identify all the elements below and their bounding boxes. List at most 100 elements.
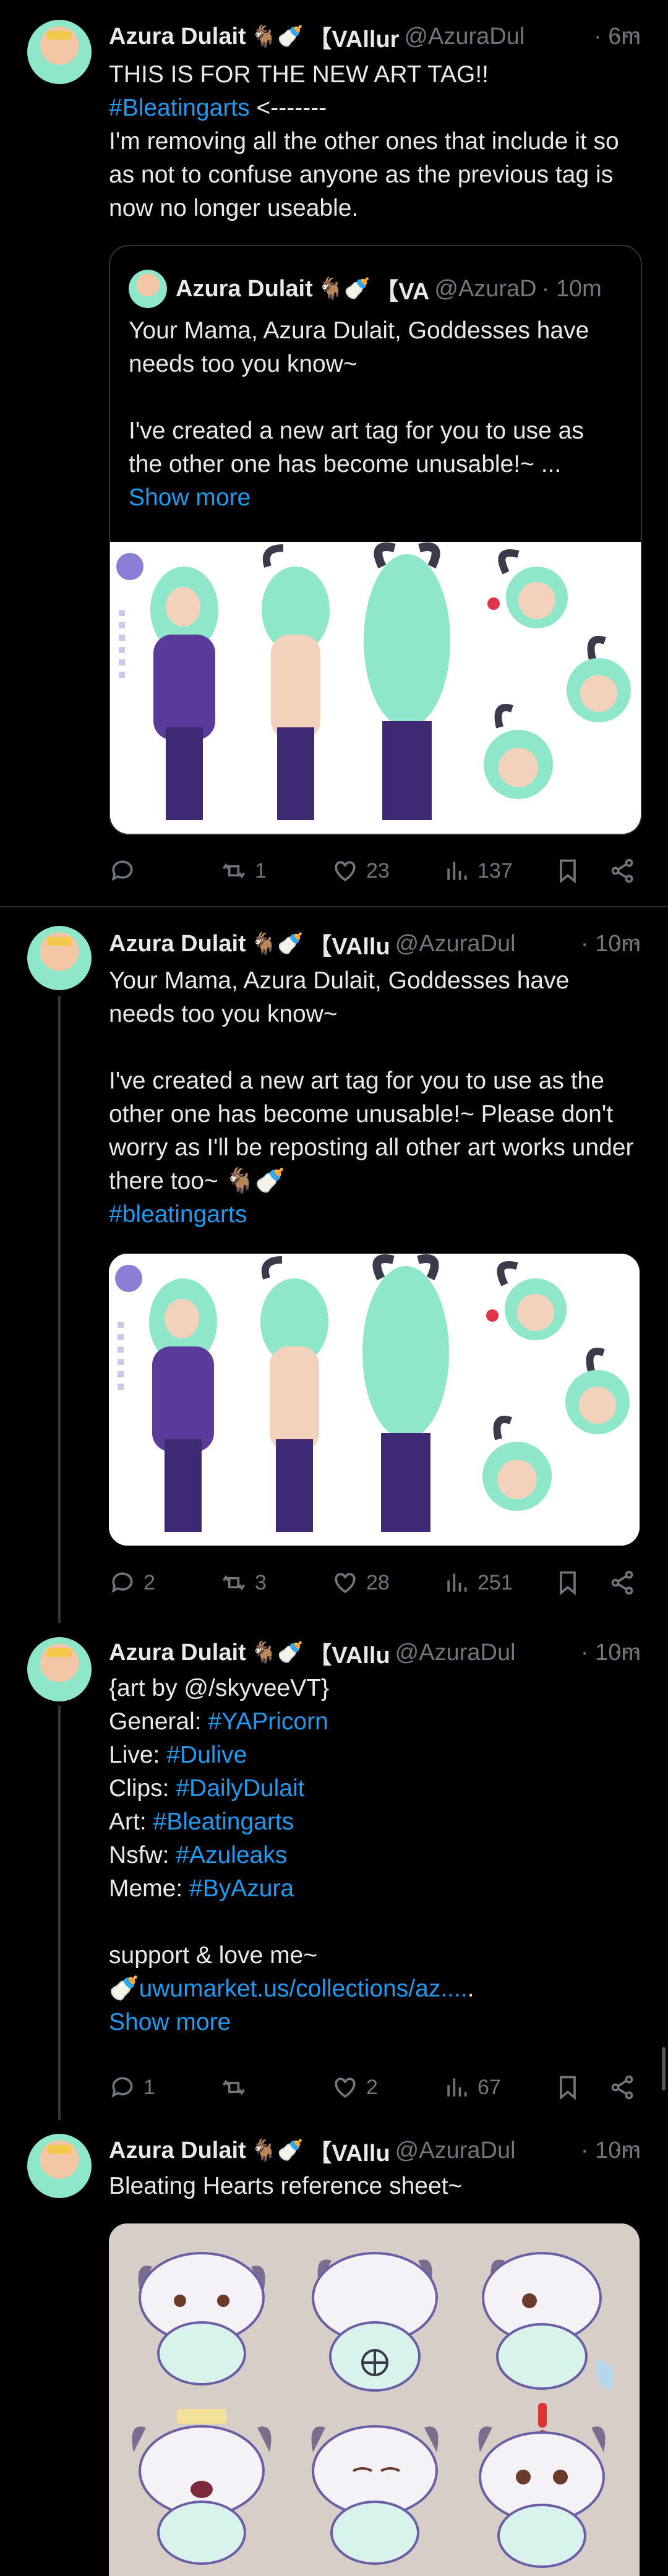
tag-row: General: #YAPricorn <box>109 1705 641 1739</box>
quote-handle: @AzuraD <box>434 275 537 302</box>
views-button[interactable]: 251 <box>443 1564 513 1601</box>
more-icon[interactable]: ··· <box>614 1638 641 1665</box>
share-button[interactable] <box>609 1564 643 1601</box>
tweet-line: Your Mama, Azura Dulait, Goddesses have … <box>109 967 570 1027</box>
hashtag-link[interactable]: #ByAzura <box>189 1875 294 1902</box>
reply-count: 2 <box>143 1570 155 1594</box>
views-icon <box>447 862 467 880</box>
tweet-body: I'm removing all the other ones that inc… <box>109 128 619 221</box>
like-button[interactable]: 23 <box>332 852 390 889</box>
views-icon <box>447 2078 467 2097</box>
views-button[interactable]: 67 <box>443 2069 501 2106</box>
share-icon <box>611 858 633 883</box>
name-tag: 【VAllu <box>308 1642 390 1669</box>
reply-icon <box>111 2077 133 2098</box>
quote-line: Your Mama, Azura Dulait, Goddesses have … <box>129 317 589 377</box>
share-icon <box>611 2075 633 2100</box>
like-count: 2 <box>366 2075 378 2099</box>
tweet-line: Bleating Hearts reference sheet~ <box>109 2173 463 2199</box>
tweet-2[interactable]: Azura Dulait 🐐🍼 【VAllu @AzuraDul · 10m ·… <box>0 907 668 1617</box>
reply-button[interactable]: 1 <box>109 2069 155 2106</box>
heart-icon <box>335 861 356 881</box>
retweet-count: 3 <box>255 1570 267 1594</box>
reply-button[interactable]: 2 <box>109 1564 155 1601</box>
bookmark-button[interactable] <box>554 2069 589 2106</box>
tag-row: Live: #Dulive <box>109 1739 641 1772</box>
views-icon <box>447 1573 467 1592</box>
tweet-3[interactable]: Azura Dulait 🐐🍼 【VAllu @AzuraDul · 10m ·… <box>0 1617 668 2131</box>
tweet-header: Azura Dulait 🐐🍼 【VAllur @AzuraDul · 6m <box>109 21 641 53</box>
hashtag-link[interactable]: #Dulive <box>166 1742 247 1768</box>
like-button[interactable]: 28 <box>332 1564 390 1601</box>
like-button[interactable]: 2 <box>332 2069 378 2106</box>
handle[interactable]: @AzuraDul <box>395 2137 577 2164</box>
tag-label: Nsfw: <box>109 1842 176 1868</box>
retweet-button[interactable]: 3 <box>220 1564 267 1601</box>
more-icon[interactable]: ··· <box>614 930 641 956</box>
show-more-link[interactable]: Show more <box>109 2006 641 2039</box>
quote-display-name: Azura Dulait <box>176 275 313 302</box>
avatar[interactable] <box>27 1637 92 1701</box>
hashtag-link[interactable]: #Bleatingarts <box>153 1808 294 1835</box>
name-emoji: 🐐🍼 <box>250 25 304 48</box>
tweet-actions: 1 23 137 <box>109 852 641 889</box>
more-icon[interactable]: ··· <box>614 22 641 49</box>
avatar[interactable] <box>27 2134 92 2198</box>
bookmark-icon <box>560 1571 576 1596</box>
handle[interactable]: @AzuraDul <box>395 931 577 957</box>
hashtag-link[interactable]: #Azuleaks <box>176 1842 287 1868</box>
tag-label: Art: <box>109 1808 153 1835</box>
quote-avatar <box>129 270 167 308</box>
tweet-1[interactable]: Azura Dulait 🐐🍼 【VAllur @AzuraDul · 6m ·… <box>0 0 668 906</box>
handle[interactable]: @AzuraDul <box>395 1640 577 1666</box>
avatar[interactable] <box>27 926 92 990</box>
show-more-link[interactable]: Show more <box>129 481 623 515</box>
hashtag-link[interactable]: #YAPricorn <box>208 1708 328 1735</box>
store-link[interactable]: uwumarket.us/collections/az.... <box>139 1975 468 2002</box>
reply-button[interactable] <box>109 852 143 889</box>
tweet-actions: 2 3 28 251 <box>109 1564 641 1601</box>
reference-sheet-art <box>109 1254 640 1546</box>
retweet-button[interactable] <box>220 2069 255 2106</box>
display-name[interactable]: Azura Dulait <box>109 931 246 957</box>
tweet-4[interactable]: Azura Dulait 🐐🍼 【VAllu @AzuraDul · 10m ·… <box>0 2121 668 2576</box>
display-name[interactable]: Azura Dulait <box>109 24 246 50</box>
quote-text: Your Mama, Azura Dulait, Goddesses have … <box>129 314 623 515</box>
bookmark-button[interactable] <box>554 1564 589 1601</box>
tweet-image[interactable] <box>109 1254 640 1546</box>
hashtag-link[interactable]: #DailyDulait <box>176 1775 304 1802</box>
tweet-line: #Bleatingarts <------- <box>109 92 641 125</box>
display-name[interactable]: Azura Dulait <box>109 1640 246 1666</box>
tweet-text: Your Mama, Azura Dulait, Goddesses have … <box>109 964 641 1231</box>
quote-name-emoji: 🐐🍼 <box>317 277 370 301</box>
tweet-image[interactable] <box>109 2223 640 2576</box>
share-button[interactable] <box>609 2069 643 2106</box>
name-tag: 【VAllur <box>308 26 400 53</box>
retweet-icon <box>222 1575 246 1591</box>
hashtag-link[interactable]: #bleatingarts <box>109 1198 641 1231</box>
heart-icon <box>335 1573 356 1593</box>
avatar[interactable] <box>27 20 92 84</box>
tweet-line: I've created a new art tag for you to us… <box>109 1068 634 1194</box>
bookmark-button[interactable] <box>554 852 589 889</box>
like-count: 28 <box>366 1570 390 1594</box>
tag-label: Clips: <box>109 1775 176 1802</box>
scrollbar[interactable] <box>662 2047 666 2090</box>
hashtag-link[interactable]: #Bleatingarts <box>109 95 250 121</box>
arrow-text: <------- <box>249 95 327 121</box>
tweet-header: Azura Dulait 🐐🍼 【VAllu @AzuraDul · 10m <box>109 1637 641 1669</box>
quoted-tweet[interactable]: Azura Dulait 🐐🍼 【VA @AzuraD · 10m Your M… <box>109 245 642 835</box>
views-button[interactable]: 137 <box>443 852 513 889</box>
tag-label: Live: <box>109 1742 167 1768</box>
quote-header: Azura Dulait 🐐🍼 【VA @AzuraD · 10m <box>129 270 617 308</box>
more-icon[interactable]: ··· <box>614 2136 641 2163</box>
handle[interactable]: @AzuraDul <box>404 24 590 50</box>
share-button[interactable] <box>609 852 643 889</box>
quote-line: I've created a new art tag for you to us… <box>129 417 584 477</box>
link-line: 🍼uwumarket.us/collections/az..... <box>109 1972 641 2006</box>
quote-image[interactable] <box>110 542 641 834</box>
display-name[interactable]: Azura Dulait <box>109 2137 246 2164</box>
retweet-count: 1 <box>255 858 267 883</box>
retweet-button[interactable]: 1 <box>220 852 267 889</box>
tag-row: Clips: #DailyDulait <box>109 1772 641 1805</box>
